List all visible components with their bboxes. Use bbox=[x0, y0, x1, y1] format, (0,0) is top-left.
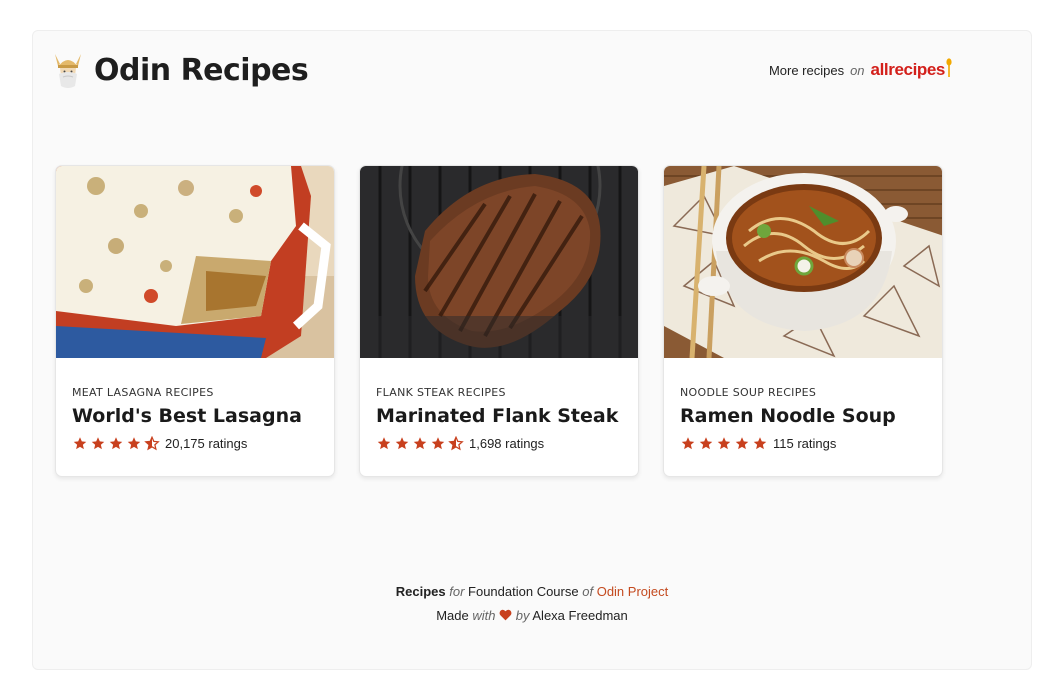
rating-count: 20,175 ratings bbox=[165, 436, 248, 451]
recipe-card[interactable]: Flank Steak Recipes Marinated Flank Stea… bbox=[359, 165, 639, 477]
rating: 1,698 ratings bbox=[376, 436, 622, 451]
footer-made: Made bbox=[436, 608, 469, 623]
footer-with: with bbox=[472, 608, 496, 623]
star-icon bbox=[109, 437, 123, 450]
star-icon bbox=[699, 437, 713, 450]
site-header: Odin Recipes More recipes on allrecipes bbox=[52, 48, 952, 92]
footer-author: Alexa Freedman bbox=[532, 608, 628, 623]
card-body: Meat Lasagna Recipes World's Best Lasagn… bbox=[56, 358, 334, 451]
half-star-icon bbox=[448, 436, 464, 451]
lasagna-photo bbox=[56, 166, 334, 358]
rating-count: 115 ratings bbox=[773, 436, 837, 451]
star-rating bbox=[72, 436, 160, 451]
star-icon bbox=[395, 437, 409, 450]
star-icon bbox=[681, 437, 695, 450]
ramen-soup-photo bbox=[664, 166, 942, 358]
star-icon bbox=[735, 437, 749, 450]
star-icon bbox=[73, 437, 87, 450]
footer-credits-line: Recipes for Foundation Course of Odin Pr… bbox=[32, 580, 1032, 604]
allrecipes-brand-text: allrecipes bbox=[870, 60, 946, 79]
allrecipes-link[interactable]: allrecipes bbox=[870, 58, 952, 80]
card-title: Marinated Flank Steak bbox=[376, 405, 619, 427]
recipe-cards: Meat Lasagna Recipes World's Best Lasagn… bbox=[55, 165, 945, 477]
rating: 115 ratings bbox=[680, 436, 926, 451]
star-rating bbox=[680, 436, 768, 451]
card-category: Flank Steak Recipes bbox=[376, 386, 506, 399]
card-body: Noodle Soup Recipes Ramen Noodle Soup 11… bbox=[664, 358, 942, 451]
flank-steak-photo bbox=[360, 166, 638, 358]
site-title: Odin Recipes bbox=[94, 52, 309, 88]
card-category: Meat Lasagna Recipes bbox=[72, 386, 214, 399]
spoon-icon bbox=[946, 58, 952, 77]
star-icon bbox=[377, 437, 391, 450]
star-icon bbox=[91, 437, 105, 450]
star-icon bbox=[127, 437, 141, 450]
footer-of: of bbox=[582, 584, 594, 599]
card-category: Noodle Soup Recipes bbox=[680, 386, 817, 399]
odin-project-link[interactable]: Odin Project bbox=[597, 584, 669, 599]
footer-recipes: Recipes bbox=[395, 584, 446, 599]
site-footer: Recipes for Foundation Course of Odin Pr… bbox=[32, 580, 1032, 628]
more-recipes: More recipes on allrecipes bbox=[768, 58, 952, 80]
star-icon bbox=[431, 437, 445, 450]
heart-icon bbox=[499, 609, 512, 621]
star-icon bbox=[413, 437, 427, 450]
more-recipes-on: on bbox=[850, 63, 865, 78]
star-rating bbox=[376, 436, 464, 451]
card-body: Flank Steak Recipes Marinated Flank Stea… bbox=[360, 358, 638, 451]
star-icon bbox=[753, 437, 767, 450]
card-title: Ramen Noodle Soup bbox=[680, 405, 896, 427]
viking-helmet-icon bbox=[55, 54, 81, 88]
footer-author-line: Made with by Alexa Freedman bbox=[32, 604, 1032, 628]
rating-count: 1,698 ratings bbox=[469, 436, 545, 451]
footer-by: by bbox=[515, 608, 530, 623]
rating: 20,175 ratings bbox=[72, 436, 318, 451]
more-recipes-label: More recipes bbox=[768, 63, 845, 78]
half-star-icon bbox=[144, 436, 160, 451]
footer-for: for bbox=[449, 584, 465, 599]
brand[interactable]: Odin Recipes bbox=[52, 50, 309, 90]
star-icon bbox=[717, 437, 731, 450]
recipe-card[interactable]: Meat Lasagna Recipes World's Best Lasagn… bbox=[55, 165, 335, 477]
card-title: World's Best Lasagna bbox=[72, 405, 302, 427]
recipe-card[interactable]: Noodle Soup Recipes Ramen Noodle Soup 11… bbox=[663, 165, 943, 477]
footer-course: Foundation Course bbox=[468, 584, 579, 599]
